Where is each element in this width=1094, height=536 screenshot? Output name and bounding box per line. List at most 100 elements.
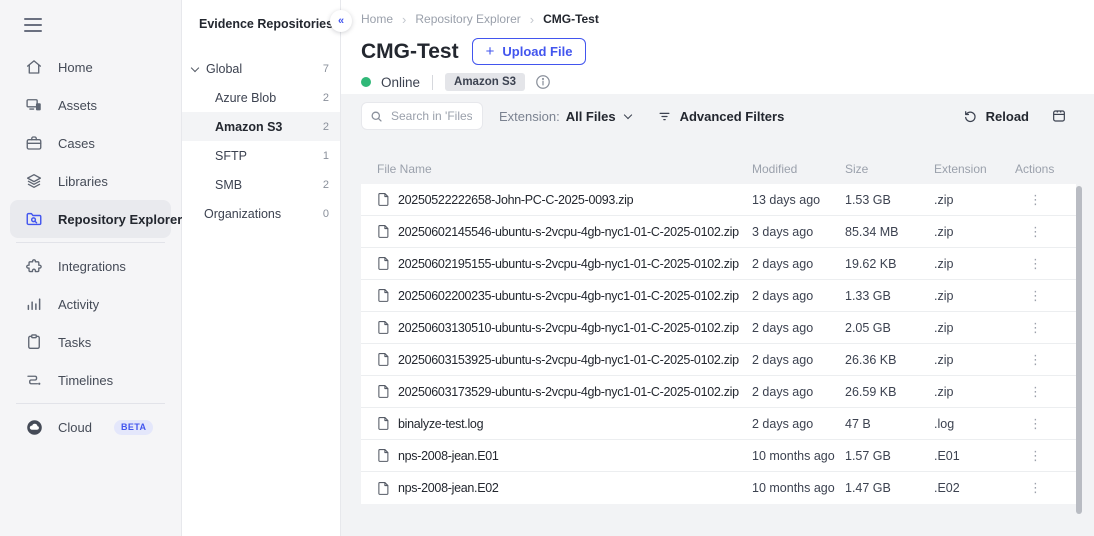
tree-item-organizations[interactable]: Organizations 0 <box>182 199 340 228</box>
sidebar-item-label: Cloud <box>58 420 92 435</box>
row-actions-menu-icon[interactable]: ⋮ <box>1025 414 1046 433</box>
size-cell: 26.36 KB <box>845 353 934 367</box>
tree-item-amazon-s3[interactable]: Amazon S3 2 <box>182 112 340 141</box>
table-row[interactable]: 20250522222658-John-PC-C-2025-0093.zip 1… <box>361 184 1076 216</box>
upload-file-button[interactable]: + Upload File <box>472 38 587 65</box>
tree-item-count: 0 <box>323 208 329 220</box>
size-cell: 85.34 MB <box>845 225 934 239</box>
sidebar-item-home[interactable]: Home <box>0 48 181 86</box>
tree-item-azure-blob[interactable]: Azure Blob 2 <box>182 83 340 112</box>
sidebar-item-label: Home <box>58 60 93 75</box>
sidebar-item-integrations[interactable]: Integrations <box>0 247 181 285</box>
breadcrumb-current: CMG-Test <box>543 12 599 26</box>
file-icon <box>377 256 390 271</box>
bar-chart-icon <box>24 295 44 313</box>
tree-item-global[interactable]: Global 7 <box>182 54 340 83</box>
row-actions-menu-icon[interactable]: ⋮ <box>1025 318 1046 337</box>
table-row[interactable]: binalyze-test.log 2 days ago 47 B .log ⋮ <box>361 408 1076 440</box>
evidence-repositories-panel: Evidence Repositories Global 7 Azure Blo… <box>182 0 341 536</box>
table-row[interactable]: 20250602145546-ubuntu-s-2vcpu-4gb-nyc1-0… <box>361 216 1076 248</box>
sidebar-item-tasks[interactable]: Tasks <box>0 323 181 361</box>
row-actions-menu-icon[interactable]: ⋮ <box>1025 446 1046 465</box>
row-actions-menu-icon[interactable]: ⋮ <box>1025 286 1046 305</box>
table-row[interactable]: nps-2008-jean.E01 10 months ago 1.57 GB … <box>361 440 1076 472</box>
actions-cell: ⋮ <box>1015 385 1076 399</box>
file-name: 20250522222658-John-PC-C-2025-0093.zip <box>398 193 633 207</box>
sidebar-item-assets[interactable]: Assets <box>0 86 181 124</box>
column-header-modified[interactable]: Modified <box>752 162 845 176</box>
layers-icon <box>24 172 44 190</box>
tree-item-sftp[interactable]: SFTP 1 <box>182 141 340 170</box>
column-header-file-name[interactable]: File Name <box>377 162 752 176</box>
size-cell: 47 B <box>845 417 934 431</box>
file-name: nps-2008-jean.E02 <box>398 481 499 495</box>
sidebar-item-activity[interactable]: Activity <box>0 285 181 323</box>
sidebar-item-cases[interactable]: Cases <box>0 124 181 162</box>
collapse-panel-button[interactable]: « <box>330 10 352 32</box>
actions-cell: ⋮ <box>1015 257 1076 271</box>
sidebar-item-label: Integrations <box>58 259 126 274</box>
file-icon <box>377 320 390 335</box>
tree-item-count: 2 <box>323 121 329 133</box>
file-name: 20250603173529-ubuntu-s-2vcpu-4gb-nyc1-0… <box>398 385 739 399</box>
tree-item-count: 1 <box>323 150 329 162</box>
repository-type-badge: Amazon S3 <box>445 73 525 91</box>
row-actions-menu-icon[interactable]: ⋮ <box>1025 350 1046 369</box>
menu-hamburger-icon[interactable] <box>24 18 42 32</box>
column-header-size[interactable]: Size <box>845 162 934 176</box>
actions-cell: ⋮ <box>1015 417 1076 431</box>
advanced-filters-button[interactable]: Advanced Filters <box>657 109 785 124</box>
modified-cell: 2 days ago <box>752 353 845 367</box>
row-actions-menu-icon[interactable]: ⋮ <box>1025 382 1046 401</box>
column-header-extension[interactable]: Extension <box>934 162 1015 176</box>
reload-button[interactable]: Reload <box>963 109 1029 124</box>
file-name-cell: 20250602200235-ubuntu-s-2vcpu-4gb-nyc1-0… <box>377 288 752 303</box>
table-row[interactable]: 20250603173529-ubuntu-s-2vcpu-4gb-nyc1-0… <box>361 376 1076 408</box>
breadcrumb-home[interactable]: Home <box>361 12 393 26</box>
tree-item-smb[interactable]: SMB 2 <box>182 170 340 199</box>
extension-cell: .log <box>934 417 1015 431</box>
table-row[interactable]: nps-2008-jean.E02 10 months ago 1.47 GB … <box>361 472 1076 504</box>
assets-icon <box>24 96 44 114</box>
row-actions-menu-icon[interactable]: ⋮ <box>1025 254 1046 273</box>
size-cell: 26.59 KB <box>845 385 934 399</box>
table-row[interactable]: 20250602200235-ubuntu-s-2vcpu-4gb-nyc1-0… <box>361 280 1076 312</box>
table-options-icon[interactable] <box>1051 108 1067 124</box>
sidebar-divider <box>16 242 165 243</box>
row-actions-menu-icon[interactable]: ⋮ <box>1025 478 1046 497</box>
extension-filter-dropdown[interactable]: Extension: All Files <box>499 109 631 124</box>
row-actions-menu-icon[interactable]: ⋮ <box>1025 222 1046 241</box>
extension-cell: .zip <box>934 257 1015 271</box>
breadcrumb-repository-explorer[interactable]: Repository Explorer <box>415 12 520 26</box>
upload-file-label: Upload File <box>502 44 572 59</box>
column-header-actions: Actions <box>1015 162 1076 176</box>
row-actions-menu-icon[interactable]: ⋮ <box>1025 190 1046 209</box>
advanced-filters-label: Advanced Filters <box>680 109 785 124</box>
table-row[interactable]: 20250603130510-ubuntu-s-2vcpu-4gb-nyc1-0… <box>361 312 1076 344</box>
size-cell: 1.33 GB <box>845 289 934 303</box>
search-input[interactable] <box>389 108 474 124</box>
info-icon[interactable] <box>535 74 551 90</box>
status-row: Online Amazon S3 <box>361 73 1074 91</box>
tree-item-label: Amazon S3 <box>215 120 282 134</box>
filter-lines-icon <box>657 109 672 124</box>
online-status-text: Online <box>381 75 420 90</box>
table-row[interactable]: 20250603153925-ubuntu-s-2vcpu-4gb-nyc1-0… <box>361 344 1076 376</box>
size-cell: 2.05 GB <box>845 321 934 335</box>
table-header: File Name Modified Size Extension Action… <box>361 154 1076 184</box>
sidebar-item-libraries[interactable]: Libraries <box>0 162 181 200</box>
search-box[interactable] <box>361 102 483 130</box>
table-row[interactable]: 20250602195155-ubuntu-s-2vcpu-4gb-nyc1-0… <box>361 248 1076 280</box>
file-name: 20250602200235-ubuntu-s-2vcpu-4gb-nyc1-0… <box>398 289 739 303</box>
sidebar-item-label: Timelines <box>58 373 113 388</box>
content-area: Extension: All Files Advanced Filters Re… <box>341 94 1094 536</box>
file-icon <box>377 481 390 496</box>
actions-cell: ⋮ <box>1015 225 1076 239</box>
panel-title: Evidence Repositories <box>182 0 340 31</box>
sidebar-item-timelines[interactable]: Timelines <box>0 361 181 399</box>
file-name-cell: 20250602145546-ubuntu-s-2vcpu-4gb-nyc1-0… <box>377 224 752 239</box>
sidebar-item-repository-explorer[interactable]: Repository Explorer <box>10 200 171 238</box>
sidebar-item-cloud[interactable]: Cloud BETA <box>0 408 181 446</box>
table-scrollbar[interactable] <box>1076 186 1082 514</box>
modified-cell: 10 months ago <box>752 449 845 463</box>
